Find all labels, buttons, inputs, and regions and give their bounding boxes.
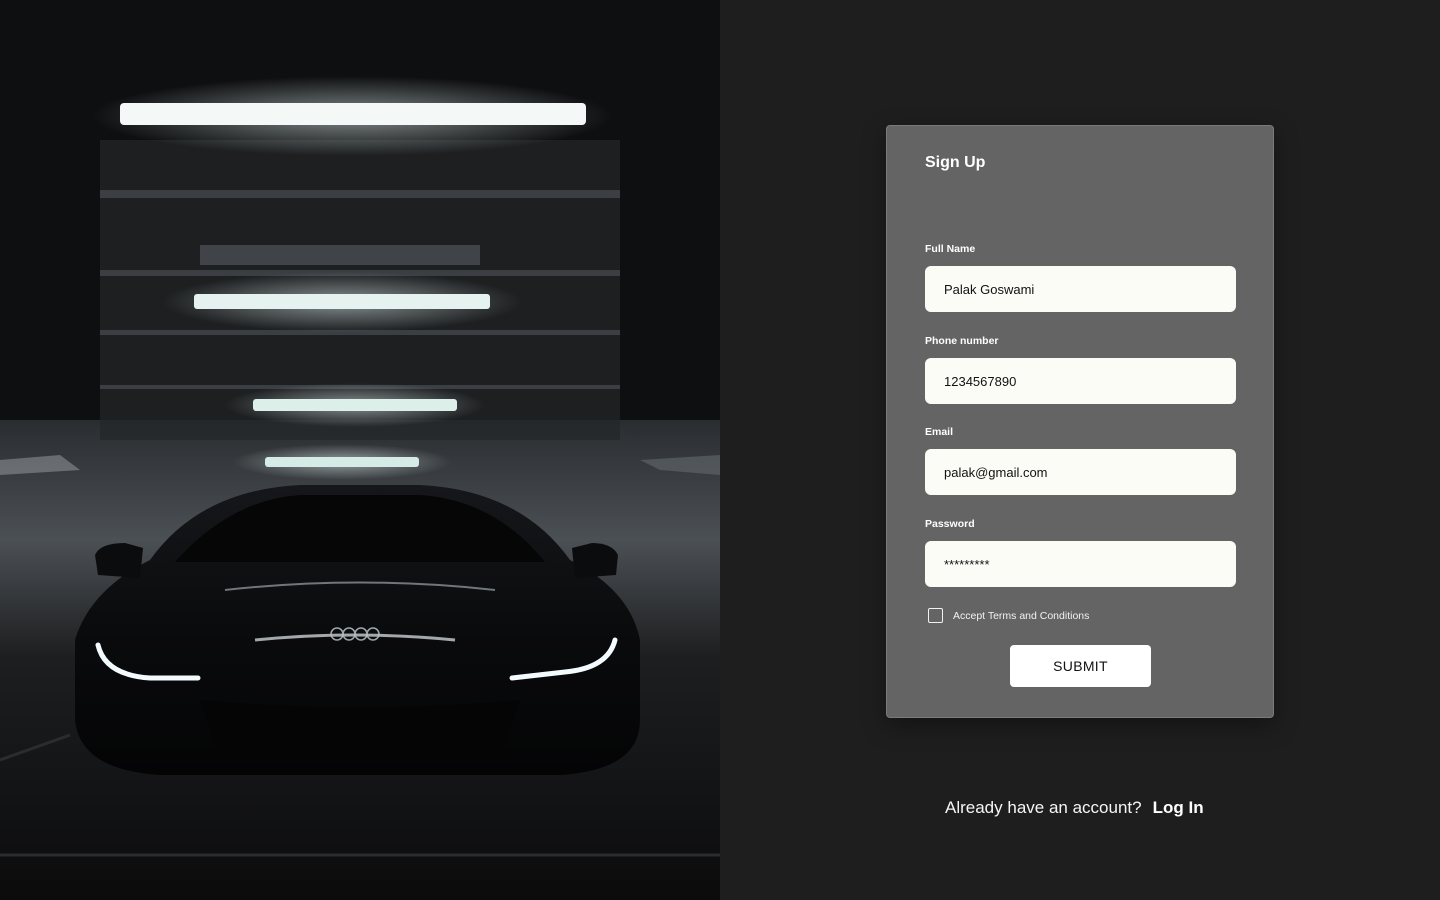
full-name-input[interactable]: Palak Goswami	[925, 266, 1236, 312]
form-title: Sign Up	[925, 154, 986, 171]
car-garage-illustration	[0, 0, 720, 900]
submit-button[interactable]: SUBMIT	[1010, 645, 1151, 687]
phone-number-input[interactable]: 1234567890	[925, 358, 1236, 404]
email-label: Email	[925, 426, 954, 438]
terms-row: Accept Terms and Conditions	[928, 608, 1089, 623]
login-question: Already have an account?	[945, 798, 1142, 817]
hero-image	[0, 0, 720, 900]
email-input[interactable]: palak@gmail.com	[925, 449, 1236, 495]
terms-checkbox[interactable]	[928, 608, 943, 623]
login-prompt: Already have an account? Log In	[945, 798, 1204, 818]
phone-number-label: Phone number	[925, 335, 999, 347]
password-label: Password	[925, 518, 975, 530]
full-name-label: Full Name	[925, 243, 976, 255]
login-link[interactable]: Log In	[1153, 798, 1204, 818]
signup-card: Sign Up Full Name Palak Goswami Phone nu…	[886, 125, 1274, 718]
terms-label[interactable]: Accept Terms and Conditions	[953, 610, 1089, 622]
password-input[interactable]: *********	[925, 541, 1236, 587]
